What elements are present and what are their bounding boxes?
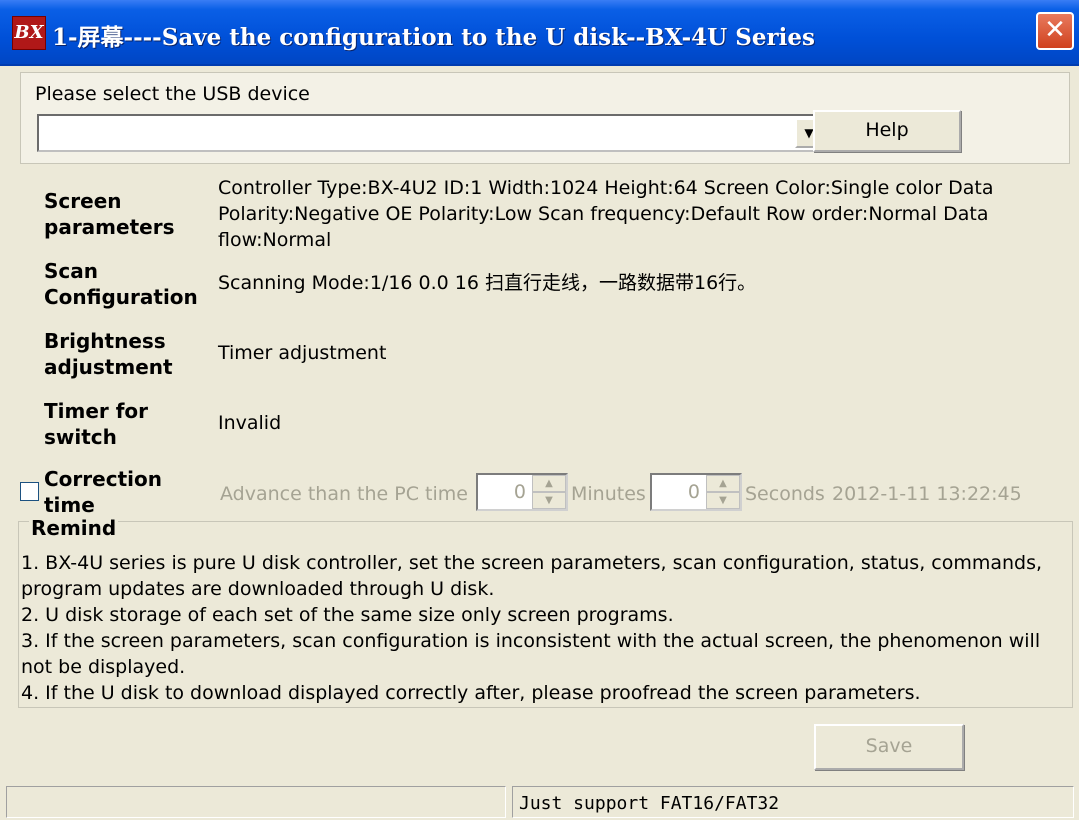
status-pane-left [6, 786, 506, 818]
remind-item: 1. BX-4U series is pure U disk controlle… [21, 552, 1043, 600]
remind-item: 3. If the screen parameters, scan config… [21, 630, 1041, 678]
status-bar: Just support FAT16/FAT32 [0, 784, 1079, 820]
seconds-up-arrow-icon[interactable]: ▲ [706, 475, 740, 492]
save-button[interactable]: Save [814, 724, 964, 770]
scan-configuration-value: Scanning Mode:1/16 0.0 16 扫直行走线，一路数据带16行… [218, 272, 757, 294]
usb-device-label: Please select the USB device [35, 83, 310, 105]
remind-group: Remind 1. BX-4U series is pure U disk co… [18, 516, 1073, 708]
correction-time-checkbox[interactable] [20, 482, 39, 501]
remind-title: Remind [29, 516, 119, 540]
minutes-up-arrow-icon[interactable]: ▲ [532, 475, 566, 492]
remind-item: 4. If the U disk to download displayed c… [21, 682, 921, 704]
minutes-down-arrow-icon[interactable]: ▼ [532, 492, 566, 509]
scan-configuration-label: Scan Configuration [44, 259, 198, 309]
file-system-note: Just support FAT16/FAT32 [519, 793, 780, 814]
seconds-label: Seconds [745, 483, 825, 505]
screen-parameters-label: Screen parameters [44, 189, 175, 239]
app-logo-icon: BX [12, 16, 46, 50]
brightness-adjustment-value: Timer adjustment [218, 342, 387, 364]
minutes-label: Minutes [571, 483, 646, 505]
seconds-value: 0 [687, 481, 700, 503]
remind-body: 1. BX-4U series is pure U disk controlle… [21, 550, 1071, 706]
usb-device-group: Please select the USB device ▼ Help [20, 72, 1070, 164]
seconds-stepper[interactable]: 0 ▲ ▼ [650, 473, 742, 511]
seconds-down-arrow-icon[interactable]: ▼ [706, 492, 740, 509]
close-button[interactable]: ✕ [1036, 12, 1074, 50]
screen-parameters-value: Controller Type:BX-4U2 ID:1 Width:1024 H… [218, 177, 994, 251]
remind-item: 2. U disk storage of each set of the sam… [21, 604, 674, 626]
help-button[interactable]: Help [813, 110, 961, 152]
brightness-adjustment-label: Brightness adjustment [44, 329, 173, 379]
usb-device-select[interactable]: ▼ [37, 114, 827, 152]
status-pane-right: Just support FAT16/FAT32 [512, 786, 1074, 818]
window-title: 1-屏幕----Save the configuration to the U … [52, 24, 815, 51]
minutes-stepper[interactable]: 0 ▲ ▼ [476, 473, 568, 511]
minutes-value: 0 [513, 481, 526, 503]
advance-pc-time-label: Advance than the PC time [220, 483, 468, 505]
correction-time-label: Correction time [44, 467, 162, 517]
pc-datetime: 2012-1-11 13:22:45 [832, 483, 1022, 505]
title-bar: BX 1-屏幕----Save the configuration to the… [0, 0, 1079, 66]
timer-switch-label: Timer for switch [44, 399, 149, 449]
timer-switch-value: Invalid [218, 412, 282, 434]
